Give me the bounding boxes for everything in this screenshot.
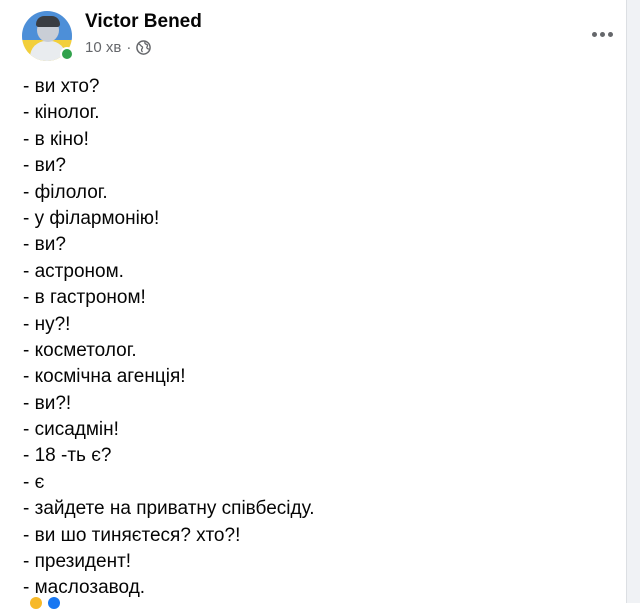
more-options-button[interactable] <box>584 16 620 52</box>
post-timestamp[interactable]: 10 хв <box>85 39 121 56</box>
post-text: - ви хто? - кінолог. - в кіно! - ви? - ф… <box>23 74 314 602</box>
avatar-hair <box>36 16 60 27</box>
post-line: - космічна агенція! <box>23 366 186 388</box>
post-line: - ви хто? <box>23 76 100 97</box>
post-line: - кінолог. <box>23 102 100 124</box>
post-line: - косметолог. <box>23 339 137 361</box>
post-line: - маслозавод. <box>23 577 146 599</box>
online-status-dot <box>60 47 74 61</box>
meta-separator: · <box>126 39 132 56</box>
post-line: - президент! <box>23 551 132 573</box>
more-horizontal-icon <box>591 31 613 37</box>
post-line: - в кіно! <box>23 128 89 150</box>
globe-icon[interactable] <box>136 40 152 55</box>
post-line: - ви? <box>23 155 66 177</box>
post-meta: 10 хв · <box>85 39 152 56</box>
post-line: - філолог. <box>23 181 108 203</box>
reaction-icons-partial <box>30 597 60 609</box>
post-line: - у філармонію! <box>23 207 160 229</box>
post-line: - ви? <box>23 234 66 256</box>
post-line: - 18 -ть є? <box>23 445 112 467</box>
post-line: - ну?! <box>23 313 71 335</box>
post-line: - є <box>23 471 45 493</box>
post-line: - ви?! <box>23 392 72 414</box>
post-line: - сисадмін! <box>23 419 119 441</box>
post-line: - в гастроном! <box>23 287 146 309</box>
post-line: - зайдете на приватну співбесіду. <box>23 498 315 520</box>
reaction-like-icon <box>48 597 60 609</box>
post-line: - астроном. <box>23 260 124 282</box>
author-name[interactable]: Victor Bened <box>85 11 202 33</box>
feed-background <box>627 0 640 603</box>
reaction-haha-icon <box>30 597 42 609</box>
post-line: - ви шо тиняєтеся? хто?! <box>23 524 241 546</box>
post-card: Victor Bened 10 хв · - ви хто? - кінолог… <box>0 0 627 609</box>
